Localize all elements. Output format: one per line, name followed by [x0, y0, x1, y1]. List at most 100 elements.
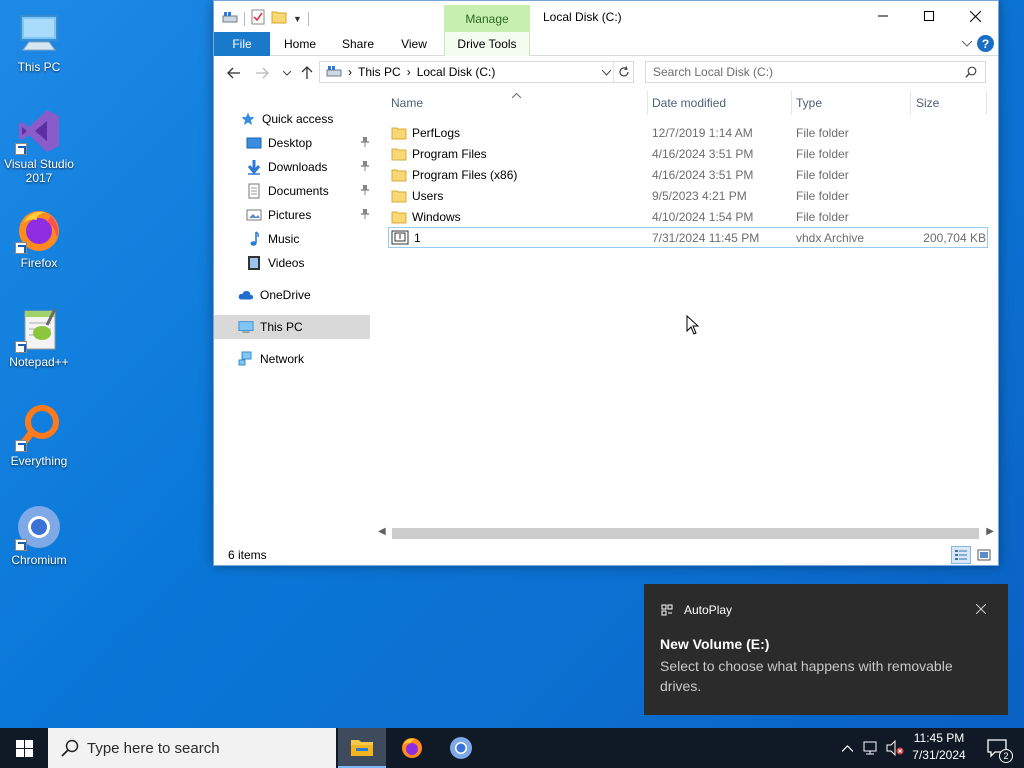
- file-row[interactable]: Windows 4/10/2024 1:54 PM File folder: [388, 206, 988, 227]
- column-header-name[interactable]: Name: [391, 89, 423, 117]
- column-divider[interactable]: [910, 91, 911, 115]
- address-bar[interactable]: › This PC › Local Disk (C:): [319, 61, 634, 83]
- tab-home[interactable]: Home: [278, 32, 322, 56]
- file-date: 7/31/2024 11:45 PM: [652, 230, 760, 245]
- back-button[interactable]: [224, 63, 244, 83]
- file-name: Program Files: [412, 146, 487, 161]
- scroll-left-icon[interactable]: ◀: [378, 526, 386, 537]
- sort-ascending-icon: [511, 87, 522, 101]
- refresh-button[interactable]: [613, 62, 633, 82]
- customize-toolbar-icon[interactable]: ▼: [293, 14, 302, 24]
- pin-icon: [360, 208, 370, 223]
- file-date: 12/7/2019 1:14 AM: [652, 125, 753, 140]
- clock-time: 11:45 PM: [913, 731, 965, 745]
- folder-icon: [391, 147, 407, 161]
- notification-count-badge: 2: [999, 749, 1013, 763]
- help-button[interactable]: ?: [977, 35, 994, 52]
- nav-desktop[interactable]: Desktop: [214, 131, 370, 155]
- forward-arrow-icon: [256, 67, 269, 79]
- file-row[interactable]: Program Files (x86) 4/16/2024 3:51 PM Fi…: [388, 164, 988, 185]
- nav-label: Documents: [268, 184, 329, 198]
- autoplay-icon: [661, 604, 673, 619]
- show-hidden-icons-button[interactable]: [838, 728, 856, 768]
- folder-icon: [391, 126, 407, 140]
- nav-documents[interactable]: Documents: [214, 179, 370, 203]
- desktop-icon-this-pc[interactable]: This PC: [0, 10, 78, 74]
- nav-downloads[interactable]: Downloads: [214, 155, 370, 179]
- file-row[interactable]: Program Files 4/16/2024 3:51 PM File fol…: [388, 143, 988, 164]
- scrollbar-thumb[interactable]: [392, 528, 979, 539]
- nav-music[interactable]: Music: [214, 227, 370, 251]
- taskbar-clock[interactable]: 11:45 PM 7/31/2024: [906, 730, 972, 764]
- search-input[interactable]: Search Local Disk (C:): [645, 61, 986, 83]
- start-button[interactable]: [0, 728, 48, 768]
- notification-close-button[interactable]: [975, 601, 987, 617]
- windows-logo-icon: [15, 739, 33, 757]
- properties-icon[interactable]: [251, 9, 265, 28]
- taskbar-chromium[interactable]: [437, 728, 485, 768]
- close-button[interactable]: [952, 1, 998, 31]
- refresh-icon: [618, 66, 629, 77]
- tab-file[interactable]: File: [214, 32, 270, 56]
- large-icons-view-button[interactable]: [974, 546, 994, 564]
- file-row[interactable]: Users 9/5/2023 4:21 PM File folder: [388, 185, 988, 206]
- nav-network[interactable]: Network: [214, 347, 370, 371]
- column-header-type[interactable]: Type: [796, 89, 822, 117]
- video-icon: [246, 255, 262, 271]
- desktop-icon-chromium[interactable]: Chromium: [0, 503, 78, 567]
- autoplay-notification[interactable]: AutoPlay New Volume (E:) Select to choos…: [644, 584, 1008, 715]
- breadcrumb-local-disk[interactable]: Local Disk (C:): [417, 65, 496, 79]
- scroll-right-icon[interactable]: ▶: [986, 526, 994, 537]
- maximize-button[interactable]: [906, 1, 952, 31]
- file-row[interactable]: 1 7/31/2024 11:45 PM vhdx Archive 200,70…: [388, 227, 988, 248]
- up-button[interactable]: [297, 63, 317, 83]
- taskbar-search-box[interactable]: Type here to search: [48, 728, 336, 768]
- desktop-icon-everything[interactable]: Everything: [0, 404, 78, 468]
- window-title: Local Disk (C:): [543, 10, 622, 24]
- address-history-dropdown[interactable]: [601, 65, 612, 79]
- nav-videos[interactable]: Videos: [214, 251, 370, 275]
- nav-label: Music: [268, 232, 300, 246]
- forward-button[interactable]: [252, 63, 272, 83]
- file-name: Program Files (x86): [412, 167, 518, 182]
- breadcrumb-this-pc[interactable]: This PC: [358, 65, 401, 79]
- expand-ribbon-icon[interactable]: [961, 36, 973, 50]
- file-row[interactable]: PerfLogs 12/7/2019 1:14 AM File folder: [388, 122, 988, 143]
- network-tray-button[interactable]: [860, 728, 882, 768]
- manage-contextual-tab[interactable]: Manage: [444, 5, 530, 32]
- nav-pictures[interactable]: Pictures: [214, 203, 370, 227]
- tab-share[interactable]: Share: [336, 32, 380, 56]
- visual-studio-icon: [15, 107, 63, 155]
- column-divider[interactable]: [647, 91, 648, 115]
- drive-icon[interactable]: [222, 11, 238, 26]
- nav-label: Network: [260, 352, 305, 366]
- column-divider[interactable]: [986, 91, 987, 115]
- tab-drive-tools[interactable]: Drive Tools: [444, 32, 530, 56]
- taskbar-file-explorer[interactable]: [338, 728, 386, 768]
- volume-tray-button[interactable]: [884, 728, 906, 768]
- file-date: 9/5/2023 4:21 PM: [652, 188, 747, 203]
- nav-onedrive[interactable]: OneDrive: [214, 283, 370, 307]
- tab-view[interactable]: View: [394, 32, 434, 56]
- mouse-cursor-icon: [686, 314, 700, 338]
- desktop-icon-notepad-plus-plus[interactable]: Notepad++: [0, 305, 78, 369]
- action-center-button[interactable]: 2: [978, 728, 1018, 768]
- minimize-button[interactable]: [860, 1, 906, 31]
- details-view-button[interactable]: [951, 546, 971, 564]
- file-size: 200,704 KB: [923, 230, 986, 245]
- nav-quick-access[interactable]: Quick access: [214, 107, 370, 131]
- new-folder-icon[interactable]: [271, 10, 287, 27]
- column-divider[interactable]: [791, 91, 792, 115]
- pictures-icon: [246, 207, 262, 223]
- taskbar-firefox[interactable]: [388, 728, 436, 768]
- file-name: Windows: [412, 209, 461, 224]
- nav-this-pc[interactable]: This PC: [214, 315, 370, 339]
- desktop-icon-firefox[interactable]: Firefox: [0, 206, 78, 270]
- desktop-icon-visual-studio[interactable]: Visual Studio 2017: [0, 107, 78, 185]
- column-header-size[interactable]: Size: [916, 89, 939, 117]
- back-arrow-icon: [227, 67, 240, 79]
- horizontal-scrollbar[interactable]: ◀ ▶: [374, 525, 998, 542]
- column-header-date[interactable]: Date modified: [652, 89, 726, 117]
- desktop-icon-label: Visual Studio 2017: [4, 157, 74, 185]
- recent-locations-button[interactable]: [277, 63, 297, 83]
